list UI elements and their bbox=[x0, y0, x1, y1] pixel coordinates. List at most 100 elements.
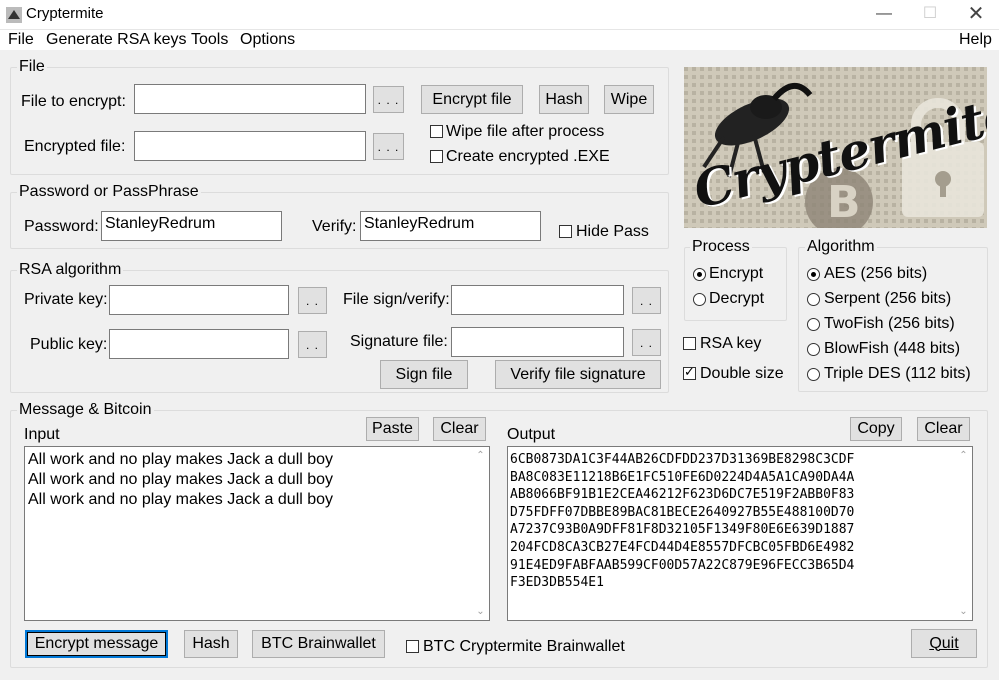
output-line: A7237C93B0A9DFF81F8D32105F1349F80E6E639D… bbox=[510, 522, 855, 538]
close-button[interactable]: ✕ bbox=[953, 0, 999, 30]
menu-options[interactable]: Options bbox=[240, 31, 295, 49]
window-title: Cryptermite bbox=[26, 5, 104, 22]
file-sign-verify-input[interactable] bbox=[451, 285, 624, 315]
app-icon bbox=[6, 7, 22, 23]
create-exe-label: Create encrypted .EXE bbox=[446, 148, 610, 165]
output-textarea[interactable]: 6CB0873DA1C3F44AB26CDFDD237D31369BE8298C… bbox=[507, 446, 973, 621]
cryptermite-logo: B Cryptermite bbox=[684, 67, 987, 228]
title-bar: Cryptermite — ☐ ✕ bbox=[0, 0, 999, 30]
encrypt-radio[interactable] bbox=[693, 268, 706, 281]
scroll-down-icon[interactable]: ⌄ bbox=[472, 603, 489, 620]
input-textarea[interactable]: All work and no play makes Jack a dull b… bbox=[24, 446, 490, 621]
sign-file-button[interactable]: Sign file bbox=[380, 360, 468, 389]
twofish-radio-label: TwoFish (256 bits) bbox=[824, 315, 955, 332]
signature-file-label: Signature file: bbox=[350, 333, 448, 350]
encrypted-file-input[interactable] bbox=[134, 131, 366, 161]
wipe-button[interactable]: Wipe bbox=[604, 85, 654, 114]
output-scrollbar[interactable]: ⌃ ⌄ bbox=[955, 447, 972, 620]
hash-file-button[interactable]: Hash bbox=[539, 85, 589, 114]
password-label: Password: bbox=[24, 218, 99, 235]
input-scrollbar[interactable]: ⌃ ⌄ bbox=[472, 447, 489, 620]
input-line: All work and no play makes Jack a dull b… bbox=[28, 471, 334, 488]
quit-button[interactable]: Quit bbox=[911, 629, 977, 658]
process-group bbox=[684, 247, 787, 321]
encrypted-file-label: Encrypted file: bbox=[24, 138, 126, 155]
browse-encrypted-file-button[interactable]: . . . bbox=[373, 133, 404, 160]
hide-pass-checkbox[interactable] bbox=[559, 225, 572, 238]
serpent-radio[interactable] bbox=[807, 293, 820, 306]
hide-pass-label: Hide Pass bbox=[576, 223, 649, 240]
menu-file[interactable]: File bbox=[8, 31, 34, 49]
verify-label: Verify: bbox=[312, 218, 357, 235]
encrypt-message-button[interactable]: Encrypt message bbox=[25, 630, 168, 658]
scroll-up-icon[interactable]: ⌃ bbox=[955, 447, 972, 464]
twofish-radio[interactable] bbox=[807, 318, 820, 331]
file-to-encrypt-input[interactable] bbox=[134, 84, 366, 114]
output-line: AB8066BF91B1E2CEA46212F623D6DC7E519F2ABB… bbox=[510, 487, 855, 503]
output-line: 6CB0873DA1C3F44AB26CDFDD237D31369BE8298C… bbox=[510, 452, 855, 467]
minimize-button[interactable]: — bbox=[861, 0, 907, 30]
private-key-input[interactable] bbox=[109, 285, 289, 315]
output-label: Output bbox=[507, 426, 556, 443]
browse-file-to-encrypt-button[interactable]: . . . bbox=[373, 86, 404, 113]
double-size-label: Double size bbox=[700, 365, 784, 382]
menu-help[interactable]: Help bbox=[959, 31, 992, 49]
input-label: Input bbox=[24, 426, 60, 443]
output-line: 91E4ED9FABFAAB599CF00D57A22C879E96FECC3B… bbox=[510, 557, 855, 573]
browse-file-sign-button[interactable]: . . bbox=[632, 287, 661, 314]
browse-public-key-button[interactable]: . . bbox=[298, 331, 327, 358]
rsa-group-title: RSA algorithm bbox=[17, 261, 124, 279]
browse-private-key-button[interactable]: . . bbox=[298, 287, 327, 314]
triple-des-radio[interactable] bbox=[807, 368, 820, 381]
verify-input[interactable]: StanleyRedrum bbox=[360, 211, 541, 241]
password-group-title: Password or PassPhrase bbox=[17, 183, 201, 201]
public-key-label: Public key: bbox=[30, 336, 108, 353]
algorithm-group-title: Algorithm bbox=[805, 238, 877, 256]
decrypt-radio[interactable] bbox=[693, 293, 706, 306]
file-to-encrypt-label: File to encrypt: bbox=[21, 93, 126, 110]
rsa-key-checkbox[interactable] bbox=[683, 337, 696, 350]
hash-message-button[interactable]: Hash bbox=[184, 630, 238, 658]
serpent-radio-label: Serpent (256 bits) bbox=[824, 290, 952, 307]
scroll-down-icon[interactable]: ⌄ bbox=[955, 603, 972, 620]
decrypt-radio-label: Decrypt bbox=[709, 290, 765, 307]
verify-file-signature-button[interactable]: Verify file signature bbox=[495, 360, 661, 389]
copy-button[interactable]: Copy bbox=[850, 417, 902, 441]
create-exe-checkbox[interactable] bbox=[430, 150, 443, 163]
output-line: BA8C083E11218B6E1FC510FE6D0224D4A5A1CA90… bbox=[510, 469, 855, 485]
rsa-key-label: RSA key bbox=[700, 335, 762, 352]
password-input[interactable]: StanleyRedrum bbox=[101, 211, 282, 241]
aes-radio-label: AES (256 bits) bbox=[824, 265, 928, 282]
aes-radio[interactable] bbox=[807, 268, 820, 281]
menu-generate-rsa-keys[interactable]: Generate RSA keys bbox=[46, 31, 187, 49]
btc-brainwallet-button[interactable]: BTC Brainwallet bbox=[252, 630, 385, 658]
menu-bar: File Generate RSA keys Tools Options Hel… bbox=[0, 30, 999, 50]
clear-input-button[interactable]: Clear bbox=[433, 417, 486, 441]
output-line: D75FDFF07DBBE89BAC81BECE2640927B55E48810… bbox=[510, 504, 855, 520]
paste-button[interactable]: Paste bbox=[366, 417, 419, 441]
file-sign-verify-label: File sign/verify: bbox=[343, 291, 450, 308]
wipe-after-label: Wipe file after process bbox=[446, 123, 605, 140]
scroll-up-icon[interactable]: ⌃ bbox=[472, 447, 489, 464]
btc-cryptermite-label: BTC Cryptermite Brainwallet bbox=[423, 638, 625, 655]
maximize-button[interactable]: ☐ bbox=[907, 0, 953, 30]
process-group-title: Process bbox=[690, 238, 752, 256]
input-line: All work and no play makes Jack a dull b… bbox=[28, 491, 334, 508]
wipe-after-checkbox[interactable] bbox=[430, 125, 443, 138]
public-key-input[interactable] bbox=[109, 329, 289, 359]
blowfish-radio[interactable] bbox=[807, 343, 820, 356]
encrypt-radio-label: Encrypt bbox=[709, 265, 764, 282]
output-line: 204FCD8CA3CB27E4FCD44D4E8557DFCBC05FBD6E… bbox=[510, 539, 855, 555]
browse-signature-file-button[interactable]: . . bbox=[632, 329, 661, 356]
triple-des-radio-label: Triple DES (112 bits) bbox=[824, 365, 971, 382]
menu-tools[interactable]: Tools bbox=[191, 31, 228, 49]
double-size-checkbox[interactable] bbox=[683, 364, 696, 380]
clear-output-button[interactable]: Clear bbox=[917, 417, 970, 441]
output-line: F3ED3DB554E1 bbox=[510, 575, 604, 591]
btc-cryptermite-checkbox[interactable] bbox=[406, 640, 419, 653]
blowfish-radio-label: BlowFish (448 bits) bbox=[824, 340, 961, 357]
private-key-label: Private key: bbox=[24, 291, 108, 308]
encrypt-file-button[interactable]: Encrypt file bbox=[421, 85, 523, 114]
file-group-title: File bbox=[17, 58, 47, 76]
signature-file-input[interactable] bbox=[451, 327, 624, 357]
